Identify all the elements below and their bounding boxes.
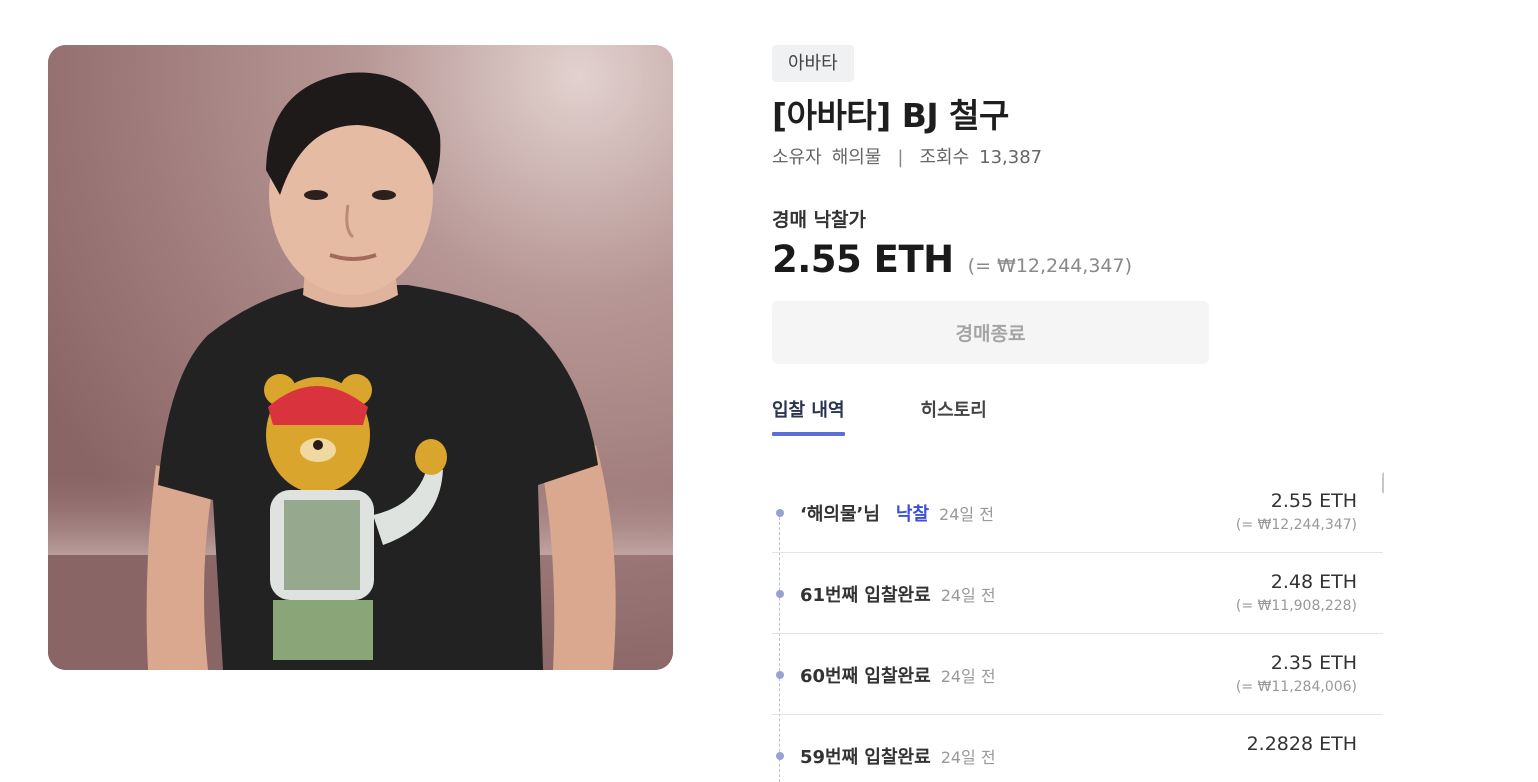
meta-separator: | bbox=[897, 147, 904, 168]
owner-label: 소유자 bbox=[772, 147, 822, 168]
page: 아바타 [아바타] BJ 철구 소유자 해의물 | 조회수 13,387 경매 낙찰가 … bbox=[0, 0, 1538, 782]
bid-row: 60번째 입찰완료 24일 전 2.35 ETH (= ₩11,284,006) bbox=[772, 634, 1383, 715]
bid-list[interactable]: ‘해의물’님 낙찰 24일 전 2.55 ETH (= ₩12,244,347)… bbox=[772, 472, 1384, 782]
views-count: 13,387 bbox=[979, 147, 1043, 168]
tab-history[interactable]: 히스토리 bbox=[921, 396, 987, 436]
avatar-illustration bbox=[48, 45, 673, 670]
bid-name: 60번째 입찰완료 bbox=[800, 666, 931, 687]
timeline-dot bbox=[776, 671, 784, 679]
bid-row: 59번째 입찰완료 24일 전 2.2828 ETH bbox=[772, 715, 1383, 782]
bid-eth: 2.2828 ETH bbox=[1246, 733, 1357, 755]
price-krw: (= ₩12,244,347) bbox=[967, 255, 1133, 277]
item-title: [아바타] BJ 철구 bbox=[772, 96, 1009, 135]
bid-krw: (= ₩11,284,006) bbox=[1235, 679, 1357, 695]
bid-eth: 2.35 ETH bbox=[1270, 652, 1357, 674]
bid-name: ‘해의물’님 bbox=[800, 504, 880, 525]
won-badge: 낙찰 bbox=[895, 504, 930, 525]
category-badge[interactable]: 아바타 bbox=[772, 45, 854, 82]
bid-eth: 2.55 ETH bbox=[1270, 490, 1357, 512]
auction-ended-button[interactable]: 경매종료 bbox=[772, 301, 1209, 364]
tab-bid-history[interactable]: 입찰 내역 bbox=[772, 396, 845, 436]
bid-krw: (= ₩12,244,347) bbox=[1235, 517, 1357, 533]
item-details: 아바타 [아바타] BJ 철구 소유자 해의물 | 조회수 13,387 경매 낙찰가 … bbox=[772, 45, 1392, 436]
price-eth: 2.55 ETH bbox=[772, 238, 954, 281]
bid-name: 59번째 입찰완료 bbox=[800, 747, 931, 768]
price-row: 2.55 ETH (= ₩12,244,347) bbox=[772, 238, 1392, 281]
bid-krw: (= ₩11,908,228) bbox=[1235, 598, 1357, 614]
bid-time: 24일 전 bbox=[940, 667, 996, 686]
bid-row: 61번째 입찰완료 24일 전 2.48 ETH (= ₩11,908,228) bbox=[772, 553, 1383, 634]
bid-row: ‘해의물’님 낙찰 24일 전 2.55 ETH (= ₩12,244,347) bbox=[772, 472, 1383, 553]
price-label: 경매 낙찰가 bbox=[772, 209, 867, 231]
views-label: 조회수 bbox=[919, 147, 970, 168]
timeline-dot bbox=[776, 509, 784, 517]
bid-eth: 2.48 ETH bbox=[1270, 571, 1357, 593]
bid-time: 24일 전 bbox=[939, 505, 994, 524]
owner-name[interactable]: 해의물 bbox=[832, 147, 882, 168]
bid-time: 24일 전 bbox=[940, 586, 996, 605]
bid-name: 61번째 입찰완료 bbox=[800, 585, 931, 606]
tab-bar: 입찰 내역 히스토리 bbox=[772, 396, 1392, 436]
timeline-dot bbox=[776, 590, 784, 598]
timeline-dot bbox=[776, 752, 784, 760]
bid-time: 24일 전 bbox=[940, 748, 996, 767]
avatar-image bbox=[48, 45, 673, 670]
item-meta: 소유자 해의물 | 조회수 13,387 bbox=[772, 145, 1392, 171]
